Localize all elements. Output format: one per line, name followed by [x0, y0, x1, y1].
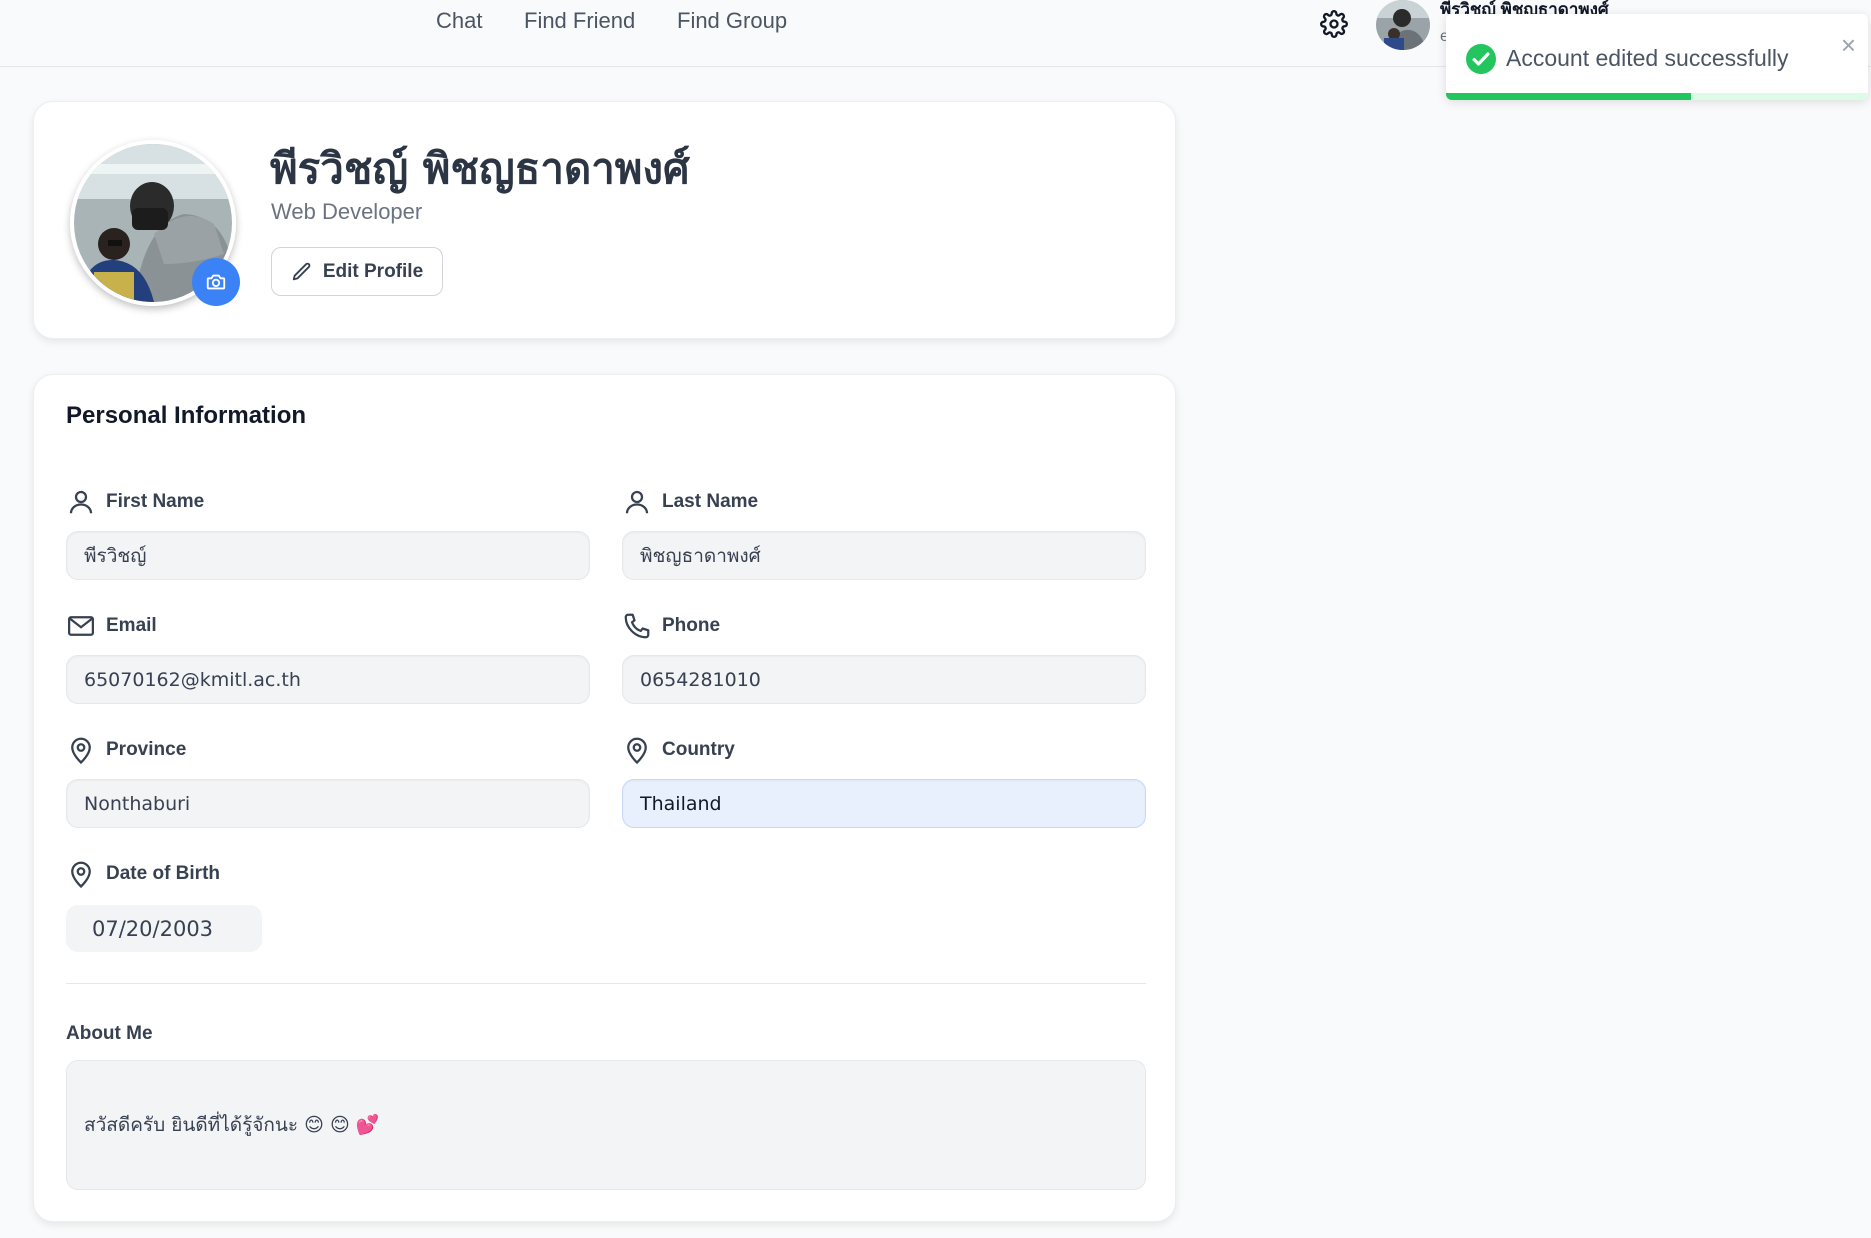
- toast-progress-bar: [1446, 93, 1691, 100]
- nav-username: พีรวิชญ์ พิชญธาดาพงศ์: [1440, 0, 1609, 14]
- nav-find-group-link[interactable]: Find Group: [677, 8, 787, 34]
- country-label: Country: [622, 735, 735, 765]
- map-pin-icon: [627, 737, 647, 765]
- pencil-icon: [292, 262, 311, 280]
- profile-card: พีรวิชญ์ พิชญธาดาพงศ์ Web Developer Edit…: [33, 101, 1176, 339]
- close-icon[interactable]: ×: [1841, 32, 1856, 58]
- last-name-input[interactable]: [622, 531, 1146, 580]
- phone-label: Phone: [622, 611, 720, 641]
- camera-icon: [206, 274, 226, 290]
- profile-avatar-wrapper: [70, 140, 240, 306]
- date-of-birth-input[interactable]: [66, 905, 262, 952]
- divider: [66, 983, 1146, 984]
- toast-message: Account edited successfully: [1506, 45, 1789, 71]
- section-title: Personal Information: [66, 402, 307, 429]
- phone-input[interactable]: [622, 655, 1146, 704]
- country-label-text: Country: [662, 739, 735, 760]
- first-name-label: First Name: [66, 487, 204, 517]
- dob-label: Date of Birth: [66, 859, 220, 889]
- country-input[interactable]: [622, 779, 1146, 828]
- about-me-label: About Me: [66, 1023, 153, 1044]
- toast-progress-track: [1446, 93, 1868, 100]
- settings-icon: [1320, 10, 1348, 38]
- mail-icon: [68, 616, 94, 636]
- nav-find-friend-link[interactable]: Find Friend: [524, 8, 635, 34]
- province-label: Province: [66, 735, 186, 765]
- change-photo-button[interactable]: [192, 258, 240, 306]
- edit-profile-label: Edit Profile: [322, 260, 424, 282]
- province-input[interactable]: [66, 779, 590, 828]
- email-label: Email: [66, 611, 157, 641]
- nav-avatar[interactable]: [1376, 0, 1430, 50]
- check-circle-icon: [1466, 44, 1496, 74]
- map-pin-icon: [71, 861, 91, 889]
- success-toast: Account edited successfully ×: [1446, 14, 1868, 100]
- first-name-label-text: First Name: [106, 491, 205, 512]
- first-name-input[interactable]: [66, 531, 590, 580]
- phone-label-text: Phone: [662, 615, 721, 636]
- dob-label-text: Date of Birth: [106, 863, 220, 884]
- nav-chat-link[interactable]: Chat: [436, 8, 482, 34]
- map-pin-icon: [71, 737, 91, 765]
- personal-info-card: Personal Information First Name Last Nam…: [33, 374, 1176, 1222]
- last-name-label-text: Last Name: [662, 491, 759, 512]
- profile-job-title: Web Developer: [271, 199, 423, 224]
- settings-button[interactable]: [1320, 10, 1348, 38]
- about-me-text: สวัสดีครับ ยินดีที่ได้รู้จักนะ 😊 😊 💕: [84, 1114, 380, 1136]
- province-label-text: Province: [106, 739, 187, 760]
- phone-icon: [624, 613, 650, 639]
- edit-profile-button[interactable]: Edit Profile: [271, 247, 443, 296]
- about-me-textarea[interactable]: สวัสดีครับ ยินดีที่ได้รู้จักนะ 😊 😊 💕: [66, 1060, 1146, 1190]
- profile-name: พีรวิชญ์ พิชญธาดาพงศ์: [270, 144, 690, 193]
- user-icon: [625, 490, 649, 514]
- last-name-label: Last Name: [622, 487, 758, 517]
- email-input[interactable]: [66, 655, 590, 704]
- user-icon: [69, 490, 93, 514]
- email-label-text: Email: [106, 615, 157, 636]
